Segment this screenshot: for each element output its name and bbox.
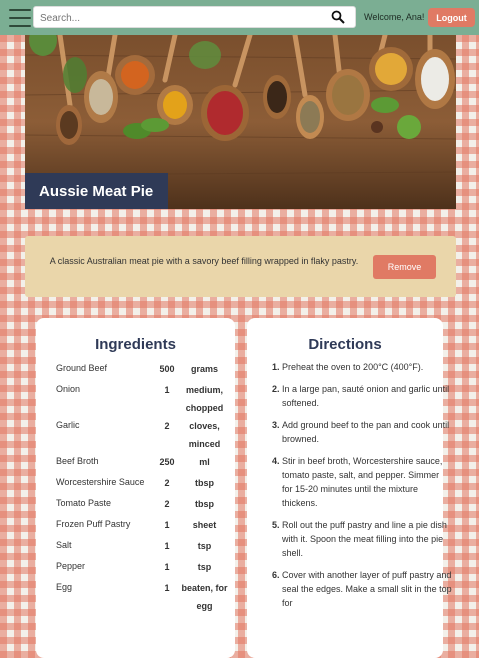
direction-step: Stir in beef broth, Worcestershire sauce… — [282, 454, 452, 510]
recipe-description-card: A classic Australian meat pie with a sav… — [25, 236, 456, 297]
ingredient-qty: 1 — [164, 541, 170, 551]
ingredient-unit: ml — [199, 457, 210, 467]
search-icon[interactable] — [331, 10, 345, 24]
ingredient-unit: tsp — [197, 541, 212, 551]
ingredient-row: Ground Beef 500 grams — [56, 360, 231, 381]
ingredient-qty: 2 — [164, 499, 170, 509]
direction-step: Roll out the puff pastry and line a pie … — [282, 518, 452, 560]
ingredients-table: Ground Beef 500 grams Onion 1 medium, chopped… — [56, 360, 231, 615]
ingredient-name: Worcestershire Sauce — [56, 477, 145, 487]
direction-step: In a large pan, sauté onion and garlic u… — [282, 382, 452, 410]
direction-step: Add ground beef to the pan and cook unti… — [282, 418, 452, 446]
ingredient-unit: tbsp — [195, 499, 214, 509]
ingredient-qty: 1 — [164, 583, 170, 593]
welcome-text: Welcome, Ana! — [364, 12, 425, 22]
ingredient-unit: grams — [190, 364, 218, 374]
ingredient-row: Onion 1 medium, chopped — [56, 381, 231, 417]
ingredient-unit: tbsp — [195, 478, 214, 488]
direction-step: Preheat the oven to 200°C (400°F). — [282, 360, 452, 374]
ingredients-card: Ingredients Ground Beef 500 grams Onion 1 med… — [36, 318, 235, 658]
ingredient-row: Garlic 2 cloves, minced — [56, 417, 231, 453]
ingredient-unit: medium, chopped — [185, 385, 224, 413]
remove-recipe-button[interactable]: Remove — [373, 255, 436, 279]
ingredient-qty: 1 — [164, 385, 170, 395]
directions-list: Preheat the oven to 200°C (400°F). In a l… — [262, 360, 452, 618]
ingredient-qty: 500 — [159, 364, 175, 374]
direction-step: Cover with another layer of puff pastry … — [282, 568, 452, 610]
top-nav-bar: Welcome, Ana! Logout — [0, 0, 479, 35]
directions-heading: Directions — [308, 336, 382, 353]
ingredient-row: Beef Broth 250 ml — [56, 453, 231, 474]
ingredient-qty: 1 — [164, 520, 170, 530]
ingredient-name: Tomato Paste — [56, 498, 112, 508]
ingredient-name: Egg — [56, 582, 73, 592]
logout-button[interactable]: Logout — [428, 8, 475, 27]
ingredient-name: Garlic — [56, 420, 80, 430]
ingredient-row: Tomato Paste 2 tbsp — [56, 495, 231, 516]
directions-card: Directions Preheat the oven to 200°C (40… — [247, 318, 452, 658]
ingredient-name: Beef Broth — [56, 456, 99, 466]
hamburger-menu-icon[interactable] — [9, 9, 31, 27]
ingredient-row: Frozen Puff Pastry 1 sheet — [56, 516, 231, 537]
ingredient-unit: sheet — [192, 520, 217, 530]
ingredient-qty: 2 — [164, 478, 170, 488]
ingredient-qty: 2 — [164, 421, 170, 431]
ingredients-heading: Ingredients — [95, 336, 176, 353]
ingredient-unit: beaten, for egg — [181, 583, 228, 611]
search-box — [33, 6, 356, 28]
search-input[interactable] — [38, 8, 322, 28]
ingredient-unit: cloves, minced — [188, 421, 221, 449]
ingredient-row: Pepper 1 tsp — [56, 558, 231, 579]
ingredient-row: Worcestershire Sauce 2 tbsp — [56, 474, 231, 495]
ingredient-qty: 1 — [164, 562, 170, 572]
ingredient-unit: tsp — [197, 562, 212, 572]
ingredient-qty: 250 — [159, 457, 175, 467]
ingredient-name: Frozen Puff Pastry — [56, 519, 131, 529]
recipe-description: A classic Australian meat pie with a sav… — [49, 256, 359, 266]
ingredient-row: Egg 1 beaten, for egg — [56, 579, 231, 615]
ingredient-row: Salt 1 tsp — [56, 537, 231, 558]
ingredient-name: Onion — [56, 384, 81, 394]
ingredient-name: Salt — [56, 540, 72, 550]
recipe-title: Aussie Meat Pie — [25, 173, 168, 209]
ingredient-name: Ground Beef — [56, 363, 108, 373]
ingredient-name: Pepper — [56, 561, 86, 571]
